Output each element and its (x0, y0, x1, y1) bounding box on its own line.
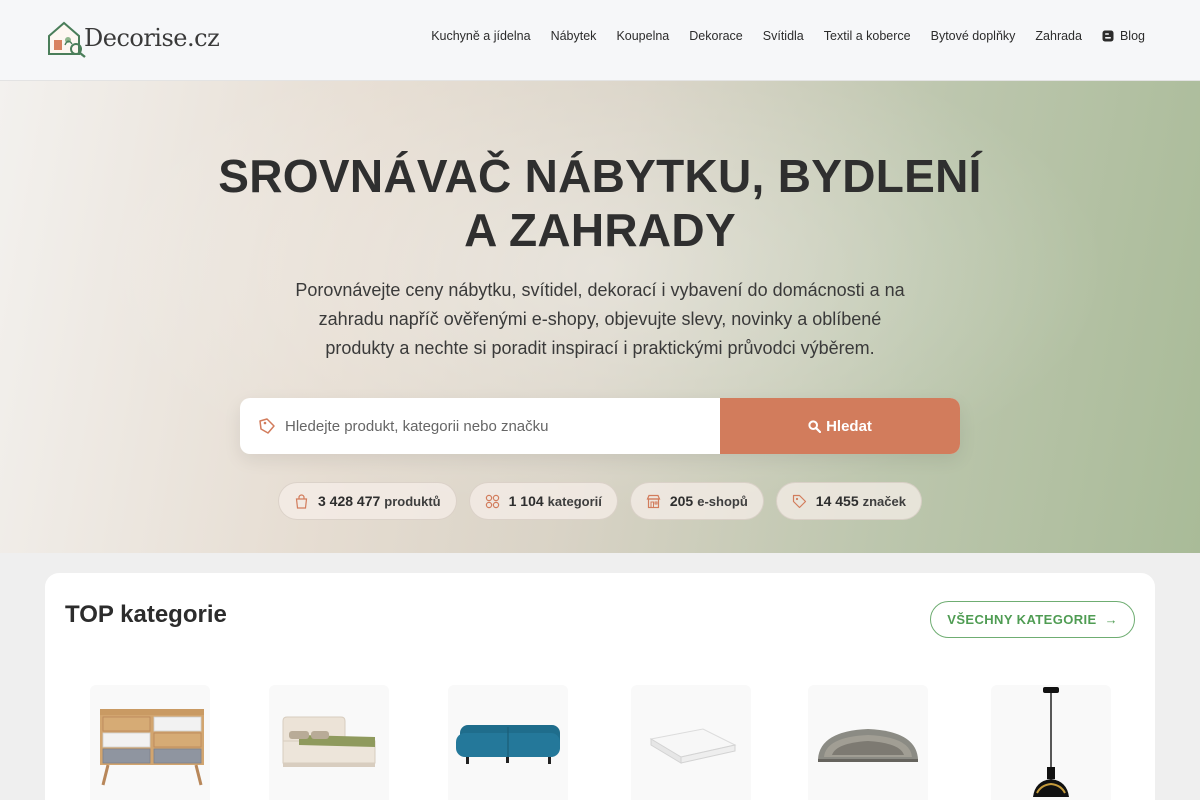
hero-title-line1: SROVNÁVAČ NÁBYTKU, BYDLENÍ (218, 150, 982, 202)
nav-item-nabytek[interactable]: Nábytek (551, 29, 597, 43)
category-item-sofa[interactable] (448, 685, 568, 800)
tag-icon (792, 494, 806, 508)
stat-brands: 14 455 značek (775, 482, 922, 520)
sofa-image (456, 725, 560, 764)
pendant-lamp-image (1033, 687, 1069, 797)
top-categories-card: TOP kategorie VŠECHNY KATEGORIE → (45, 573, 1155, 800)
top-categories-title: TOP kategorie (65, 601, 227, 628)
stat-products: 3 428 477 produktů (278, 482, 457, 520)
nav-item-blog-label: Blog (1119, 29, 1145, 43)
category-list (45, 685, 1155, 800)
stat-shops: 205 e-shopů (629, 482, 764, 520)
blog-icon (1102, 30, 1114, 42)
dresser-image (100, 709, 204, 786)
shopping-bag-icon (295, 493, 308, 509)
mattress-image (649, 728, 737, 764)
nav-item-blog[interactable]: Blog (1102, 29, 1145, 43)
stats-row: 3 428 477 produktů 1 104 kategorií 205 e… (0, 482, 1200, 520)
category-item-mattress[interactable] (631, 685, 751, 800)
stat-brands-value: 14 455 (815, 493, 859, 509)
tag-search-icon (259, 418, 275, 434)
search-button-label: Hledat (826, 417, 872, 435)
magnifier-icon (808, 419, 822, 433)
nav-item-kuchyne[interactable]: Kuchyně a jídelna (431, 29, 530, 43)
search-bar: Hledat (240, 398, 960, 454)
main-nav: Kuchyně a jídelna Nábytek Koupelna Dekor… (411, 29, 1145, 43)
hero-subtitle: Porovnávejte ceny nábytku, svítidel, dek… (295, 280, 905, 358)
nav-item-dekorace[interactable]: Dekorace (689, 29, 743, 43)
bed-image (282, 716, 376, 767)
nav-item-koupelna[interactable]: Koupelna (616, 29, 669, 43)
hero-section: SROVNÁVAČ NÁBYTKU, BYDLENÍ A ZAHRADY Por… (0, 81, 1200, 553)
stair-rug-image (818, 729, 918, 762)
all-categories-label: VŠECHNY KATEGORIE (947, 612, 1097, 627)
store-icon (646, 494, 661, 508)
search-button[interactable]: Hledat (720, 398, 960, 454)
logo[interactable]: Decorise.cz (46, 18, 220, 58)
nav-item-zahrada[interactable]: Zahrada (1035, 29, 1082, 43)
search-field-wrap (240, 398, 720, 454)
nav-item-textil[interactable]: Textil a koberce (824, 29, 911, 43)
all-categories-button[interactable]: VŠECHNY KATEGORIE → (930, 601, 1135, 638)
stat-categories-value: 1 104 (508, 493, 544, 509)
category-item-stair-rug[interactable] (808, 685, 928, 800)
category-item-pendant-lamp[interactable] (991, 685, 1111, 800)
site-header: Decorise.cz Kuchyně a jídelna Nábytek Ko… (0, 0, 1200, 81)
stat-categories: 1 104 kategorií (468, 482, 618, 520)
hero-title-line2: A ZAHRADY (464, 204, 736, 256)
stat-shops-value: 205 (669, 493, 694, 509)
category-item-dresser[interactable] (90, 685, 210, 800)
search-input[interactable] (285, 417, 705, 435)
stat-products-unit: produktů (384, 493, 441, 509)
stat-brands-unit: značek (862, 493, 906, 509)
categories-icon (485, 494, 499, 508)
hero-title: SROVNÁVAČ NÁBYTKU, BYDLENÍ A ZAHRADY (150, 149, 1050, 257)
nav-item-doplnky[interactable]: Bytové doplňky (931, 29, 1016, 43)
logo-house-icon (48, 21, 86, 58)
nav-item-svitidla[interactable]: Svítidla (763, 29, 804, 43)
logo-text: Decorise.cz (84, 24, 220, 52)
stat-shops-unit: e-shopů (697, 493, 748, 509)
stat-categories-unit: kategorií (547, 493, 602, 509)
category-item-bed[interactable] (269, 685, 389, 800)
arrow-right-icon: → (1104, 612, 1118, 627)
stat-products-value: 3 428 477 (318, 493, 381, 509)
